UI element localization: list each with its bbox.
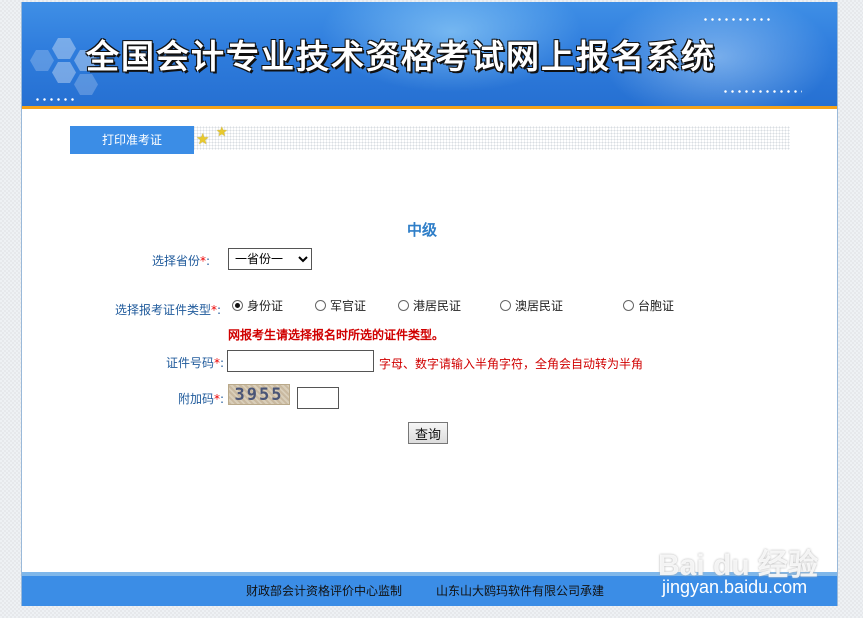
tab-row: 打印准考证 ★ ★ bbox=[70, 125, 790, 154]
radio-unchecked-icon[interactable] bbox=[623, 300, 634, 311]
radio-unchecked-icon[interactable] bbox=[315, 300, 326, 311]
star-icon: ★ bbox=[216, 125, 228, 140]
radio-id-card[interactable]: 身份证 bbox=[232, 297, 283, 314]
query-button[interactable]: 查询 bbox=[408, 422, 448, 444]
radio-macau-permit[interactable]: 澳居民证 bbox=[500, 297, 563, 314]
id-number-input[interactable] bbox=[227, 350, 374, 372]
radio-checked-icon[interactable] bbox=[232, 300, 243, 311]
footer-supervisor: 财政部会计资格评价中心监制 bbox=[246, 584, 403, 598]
star-icon: ★ bbox=[196, 130, 210, 148]
captcha-input[interactable] bbox=[297, 387, 339, 409]
page-frame: 全国会计专业技术资格考试网上报名系统 打印准考证 ★ ★ 中级 选择省份*: 一… bbox=[21, 2, 838, 606]
captcha-label: 附加码*: bbox=[177, 392, 224, 406]
radio-unchecked-icon[interactable] bbox=[398, 300, 409, 311]
radio-taiwan-permit[interactable]: 台胞证 bbox=[623, 297, 674, 314]
system-title: 全国会计专业技术资格考试网上报名系统 bbox=[86, 37, 716, 76]
id-type-notice: 网报考生请选择报名时所选的证件类型。 bbox=[228, 328, 445, 342]
radio-unchecked-icon[interactable] bbox=[500, 300, 511, 311]
exam-level-heading: 中级 bbox=[407, 221, 438, 239]
baidu-jingyan-watermark-url: jingyan.baidu.com bbox=[662, 577, 808, 597]
header-accent-bar bbox=[22, 106, 837, 109]
province-label: 选择省份*: bbox=[151, 254, 210, 268]
id-number-label: 证件号码*: bbox=[165, 356, 224, 370]
captcha-image[interactable]: 3955 bbox=[228, 384, 290, 405]
radio-military-id[interactable]: 军官证 bbox=[315, 297, 366, 314]
footer-builder: 山东山大鸥玛软件有限公司承建 bbox=[436, 584, 605, 598]
province-select[interactable]: 一省份一 bbox=[228, 248, 312, 270]
header-banner: 全国会计专业技术资格考试网上报名系统 bbox=[22, 2, 837, 106]
id-number-hint: 字母、数字请输入半角字符，全角会自动转为半角 bbox=[379, 357, 644, 371]
id-type-label: 选择报考证件类型*: bbox=[114, 303, 221, 317]
radio-hongkong-permit[interactable]: 港居民证 bbox=[398, 297, 461, 314]
tab-print-admission-ticket[interactable]: 打印准考证 bbox=[70, 126, 194, 154]
